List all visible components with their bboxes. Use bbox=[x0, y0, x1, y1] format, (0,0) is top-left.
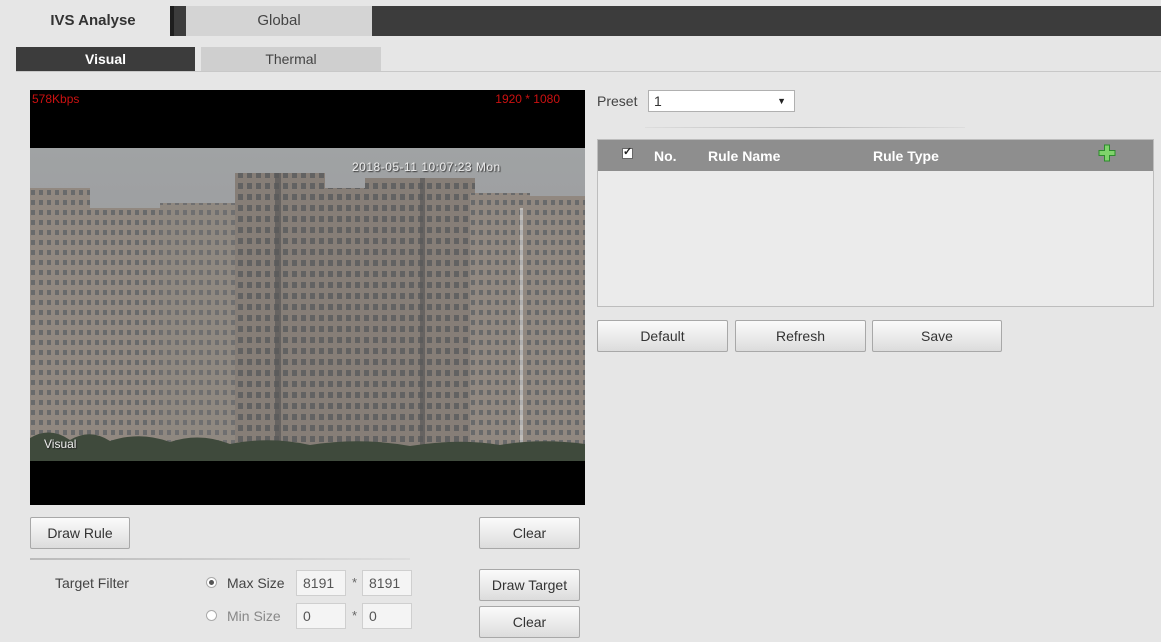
column-rule-name: Rule Name bbox=[708, 148, 781, 164]
resolution-overlay: 1920 * 1080 bbox=[495, 92, 560, 106]
sub-tab-bar: Visual Thermal bbox=[16, 47, 381, 71]
column-no: No. bbox=[654, 148, 677, 164]
preset-value: 1 bbox=[654, 93, 662, 109]
add-icon[interactable] bbox=[1098, 144, 1116, 162]
target-filter-label: Target Filter bbox=[55, 575, 129, 591]
min-size-separator: * bbox=[352, 608, 358, 623]
rule-table-header: No. Rule Name Rule Type bbox=[598, 140, 1153, 171]
camera-scene-image bbox=[30, 148, 585, 461]
refresh-button[interactable]: Refresh bbox=[735, 320, 866, 352]
channel-name-overlay: Visual bbox=[44, 437, 77, 451]
top-tab-bar: IVS Analyse Global bbox=[16, 6, 1161, 36]
column-rule-type: Rule Type bbox=[873, 148, 939, 164]
max-size-separator: * bbox=[352, 575, 358, 590]
draw-rule-button[interactable]: Draw Rule bbox=[30, 517, 130, 549]
sub-tab-divider bbox=[16, 71, 1161, 72]
section-divider bbox=[30, 558, 410, 560]
tab-global[interactable]: Global bbox=[186, 6, 372, 36]
max-size-radio[interactable] bbox=[206, 577, 217, 588]
dropdown-arrow-icon: ▼ bbox=[777, 96, 786, 106]
min-size-radio[interactable] bbox=[206, 610, 217, 621]
rule-table: No. Rule Name Rule Type bbox=[597, 139, 1154, 307]
clear-rule-button[interactable]: Clear bbox=[479, 517, 580, 549]
default-button[interactable]: Default bbox=[597, 320, 728, 352]
max-width-input[interactable]: 8191 bbox=[296, 570, 346, 596]
preset-divider bbox=[645, 127, 965, 128]
tab-thermal[interactable]: Thermal bbox=[201, 47, 381, 71]
min-size-label: Min Size bbox=[227, 608, 281, 624]
preset-label: Preset bbox=[597, 93, 638, 109]
max-size-label: Max Size bbox=[227, 575, 285, 591]
clear-target-button[interactable]: Clear bbox=[479, 606, 580, 638]
video-preview[interactable]: 578Kbps 1920 * 1080 2018-05-11 10:07:23 … bbox=[30, 90, 585, 505]
timestamp-overlay: 2018-05-11 10:07:23 Mon bbox=[352, 160, 501, 174]
min-width-input[interactable]: 0 bbox=[296, 603, 346, 629]
save-button[interactable]: Save bbox=[872, 320, 1002, 352]
tab-ivs-analyse[interactable]: IVS Analyse bbox=[16, 6, 174, 36]
min-height-input[interactable]: 0 bbox=[362, 603, 412, 629]
select-all-checkbox-icon[interactable] bbox=[622, 145, 633, 159]
draw-target-button[interactable]: Draw Target bbox=[479, 569, 580, 601]
max-height-input[interactable]: 8191 bbox=[362, 570, 412, 596]
bitrate-overlay: 578Kbps bbox=[32, 92, 80, 106]
preset-select[interactable]: 1 ▼ bbox=[648, 90, 795, 112]
tab-visual[interactable]: Visual bbox=[16, 47, 195, 71]
